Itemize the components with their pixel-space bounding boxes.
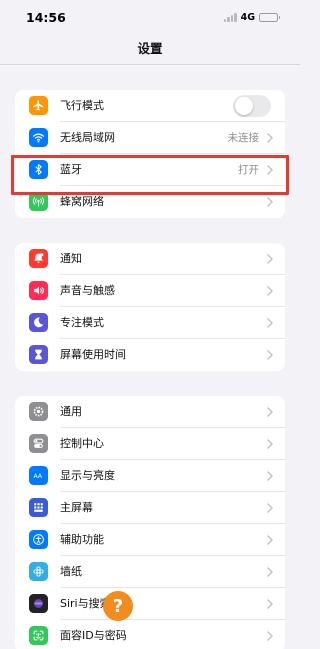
settings-row-home-screen[interactable]: 主屏幕: [15, 492, 285, 524]
settings-row-face-id[interactable]: 面容ID与密码: [15, 620, 285, 649]
speaker-icon: [29, 281, 48, 300]
accessibility-icon: [29, 530, 48, 549]
chevron-right-icon: [267, 599, 273, 609]
chevron-right-icon: [267, 286, 273, 296]
settings-row-wallpaper[interactable]: 墙纸: [15, 556, 285, 588]
hourglass-icon: [29, 345, 48, 364]
airplane-mode-toggle[interactable]: [233, 95, 271, 117]
settings-row-bluetooth[interactable]: 蓝牙 打开: [15, 154, 285, 186]
settings-row-value: 打开: [238, 164, 259, 176]
settings-row-display[interactable]: AA 显示与亮度: [15, 460, 285, 492]
settings-row-accessibility[interactable]: 辅助功能: [15, 524, 285, 556]
settings-row-label: 屏幕使用时间: [60, 348, 126, 361]
chevron-right-icon: [267, 318, 273, 328]
settings-row-label: 通用: [60, 405, 82, 418]
chevron-right-icon: [267, 407, 273, 417]
settings-row-wifi[interactable]: 无线局域网 未连接: [15, 122, 285, 154]
nav-divider: [0, 64, 300, 65]
status-indicators: 4G: [223, 11, 280, 23]
toggle-knob: [235, 97, 253, 115]
gear-icon: [29, 402, 48, 421]
help-badge: ?: [103, 591, 133, 621]
chevron-right-icon: [267, 133, 273, 143]
settings-row-label: 飞行模式: [60, 99, 104, 112]
chevron-right-icon: [267, 535, 273, 545]
siri-icon: [29, 594, 48, 613]
status-bar: 14:56 4G: [0, 0, 300, 34]
settings-row-label: 无线局域网: [60, 131, 115, 144]
settings-row-airplane[interactable]: 飞行模式: [15, 90, 285, 122]
moon-icon: [29, 313, 48, 332]
settings-row-moon[interactable]: 专注模式: [15, 307, 285, 339]
chevron-right-icon: [267, 567, 273, 577]
page-title: 设置: [137, 41, 163, 56]
settings-row-value: 未连接: [227, 132, 260, 144]
wallpaper-icon: [29, 562, 48, 581]
settings-row-gear[interactable]: 通用: [15, 396, 285, 428]
settings-row-label: 通知: [60, 252, 82, 265]
airplane-icon: [29, 96, 48, 115]
signal-strength-icon: [223, 12, 237, 22]
chevron-right-icon: [267, 471, 273, 481]
settings-row-label: 辅助功能: [60, 533, 104, 546]
settings-row-label: 控制中心: [60, 437, 104, 450]
settings-row-label: 蓝牙: [60, 163, 82, 176]
settings-row-control-center[interactable]: 控制中心: [15, 428, 285, 460]
face-id-icon: [29, 626, 48, 645]
settings-row-label: 专注模式: [60, 316, 104, 329]
control-center-icon: [29, 434, 48, 453]
settings-row-label: 面容ID与密码: [60, 629, 127, 642]
settings-row-label: 主屏幕: [60, 501, 93, 514]
settings-row-siri[interactable]: Siri与搜索: [15, 588, 285, 620]
chevron-right-icon: [267, 350, 273, 360]
settings-row-notifications[interactable]: 通知: [15, 243, 285, 275]
network-type-label: 4G: [240, 11, 255, 23]
settings-row-cellular[interactable]: 蜂窝网络: [15, 186, 285, 218]
display-icon: AA: [29, 466, 48, 485]
settings-row-label: 墙纸: [60, 565, 82, 578]
chevron-right-icon: [267, 503, 273, 513]
chevron-right-icon: [267, 439, 273, 449]
svg-text:AA: AA: [34, 473, 43, 480]
notifications-icon: [29, 249, 48, 268]
settings-group-notifications: 通知声音与触感专注模式屏幕使用时间: [15, 243, 285, 371]
settings-group-connectivity: 飞行模式无线局域网 未连接蓝牙 打开蜂窝网络: [15, 90, 285, 218]
settings-group-general: 通用控制中心 AA 显示与亮度主屏幕辅助功能墙纸 Siri与搜索面容ID与密码: [15, 396, 285, 649]
home-screen-icon: [29, 498, 48, 517]
chevron-right-icon: [267, 254, 273, 264]
chevron-right-icon: [267, 197, 273, 207]
chevron-right-icon: [267, 165, 273, 175]
settings-row-hourglass[interactable]: 屏幕使用时间: [15, 339, 285, 371]
settings-row-label: 显示与亮度: [60, 469, 115, 482]
settings-row-label: 声音与触感: [60, 284, 115, 297]
battery-icon: [259, 12, 280, 22]
chevron-right-icon: [267, 631, 273, 641]
wifi-icon: [29, 128, 48, 147]
cellular-icon: [29, 192, 48, 211]
status-time: 14:56: [26, 10, 66, 25]
bluetooth-icon: [29, 160, 48, 179]
settings-row-speaker[interactable]: 声音与触感: [15, 275, 285, 307]
settings-row-label: 蜂窝网络: [60, 195, 104, 208]
